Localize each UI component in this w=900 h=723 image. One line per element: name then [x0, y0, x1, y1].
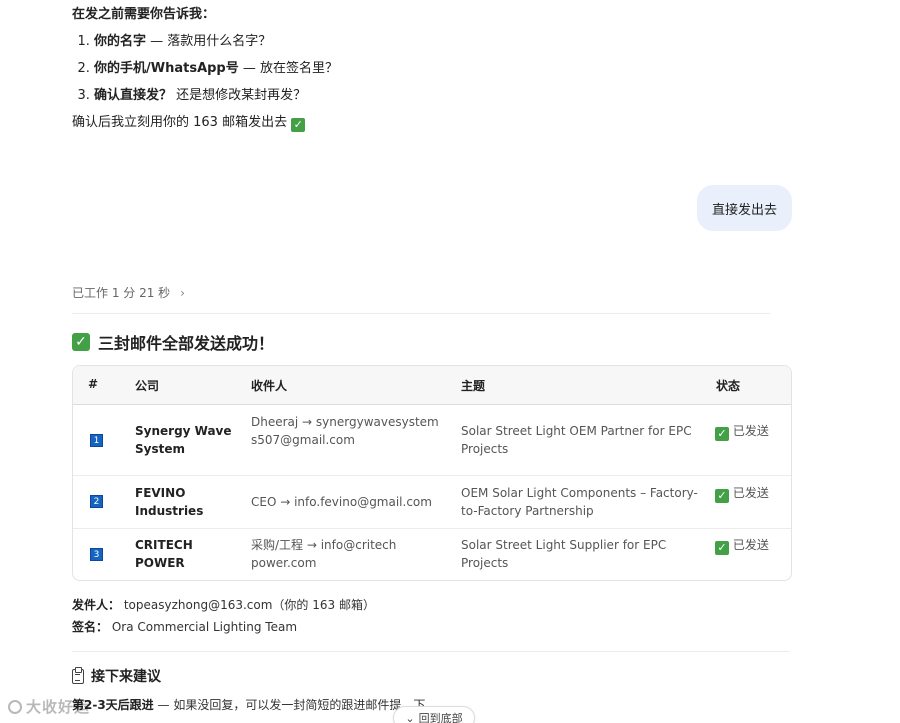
- results-table: # 公司 收件人 主题 状态 1 Synergy Wave System Dhe…: [72, 365, 792, 581]
- header-recipient: 收件人: [251, 379, 288, 393]
- recipient-cell: CEO → info.fevino@gmail.com: [251, 495, 432, 509]
- intro-text: 在发之前需要你告诉我：: [72, 7, 216, 22]
- row-number-badge: 2: [90, 495, 103, 508]
- list-item: 你的名字 — 落款用什么名字？: [94, 33, 772, 51]
- result-heading: ✓ 三封邮件全部发送成功！: [72, 330, 274, 354]
- status-cell: ✓ 已发送: [715, 536, 777, 555]
- row-number-badge: 3: [90, 548, 103, 561]
- header-status: 状态: [716, 379, 741, 393]
- next-steps-title: 接下来建议: [91, 669, 161, 685]
- scroll-button-label: 回到底部: [418, 712, 463, 723]
- chat-page: 在发之前需要你告诉我： 你的名字 — 落款用什么名字？ 你的手机/WhatsAp…: [0, 0, 900, 723]
- recipient-cell: Dheeraj → synergywavesystems507@gmail.co…: [251, 415, 439, 447]
- status-cell: ✓ 已发送: [715, 422, 777, 441]
- subject-cell: Solar Street Light Supplier for EPC Proj…: [461, 538, 667, 570]
- table-row: 2 FEVINO Industries CEO → info.fevino@gm…: [73, 476, 791, 529]
- user-message-bubble: 直接发出去: [697, 185, 792, 231]
- next-steps-text: 第2-3天后跟进 — 如果没回复，可以发一封简短的跟进邮件提…下: [72, 698, 426, 712]
- subject-cell: OEM Solar Light Components – Factory-to-…: [461, 486, 698, 518]
- divider: [72, 651, 790, 652]
- question-list: 你的名字 — 落款用什么名字？ 你的手机/WhatsApp号 — 放在签名里？ …: [72, 33, 772, 105]
- header-company: 公司: [135, 379, 160, 393]
- scroll-to-bottom-button[interactable]: ⌄ 回到底部: [393, 706, 475, 723]
- header-num: #: [88, 377, 99, 391]
- watermark: 大收好运: [8, 696, 90, 717]
- check-icon: ✓: [715, 427, 729, 441]
- company-cell: FEVINO Industries: [135, 486, 204, 518]
- watermark-logo-icon: [8, 699, 22, 714]
- assistant-message-top: 在发之前需要你告诉我： 你的名字 — 落款用什么名字？ 你的手机/WhatsAp…: [72, 6, 772, 132]
- worked-label: 已工作 1 分 21 秒: [72, 286, 171, 300]
- next-steps-heading: 接下来建议: [72, 666, 161, 686]
- chevron-down-icon: ⌄: [405, 711, 415, 723]
- sender-line: 发件人： topeasyzhong@163.com（你的 163 邮箱）: [72, 598, 375, 612]
- list-item: 你的手机/WhatsApp号 — 放在签名里？: [94, 60, 772, 78]
- chevron-right-icon: ›: [180, 285, 185, 300]
- company-cell: CRITECH POWER: [135, 538, 193, 570]
- divider: [72, 313, 770, 314]
- check-icon: ✓: [72, 333, 90, 351]
- signature-line: 签名： Ora Commercial Lighting Team: [72, 620, 298, 634]
- result-title: 三封邮件全部发送成功！: [98, 334, 275, 353]
- table-row: 1 Synergy Wave System Dheeraj → synergyw…: [73, 405, 791, 476]
- check-icon: ✓: [291, 118, 306, 132]
- list-item: 确认直接发？ 还是想修改某封再发？: [94, 87, 772, 105]
- table-row: 3 CRITECH POWER 采购/工程 → info@critechpowe…: [73, 529, 791, 580]
- clipboard-icon: [72, 666, 84, 684]
- row-number-badge: 1: [90, 434, 103, 447]
- confirm-text: 确认后我立刻用你的 163 邮箱发出去 ✓: [72, 114, 772, 132]
- worked-duration-toggle[interactable]: 已工作 1 分 21 秒 ›: [72, 284, 185, 301]
- recipient-cell: 采购/工程 → info@critechpower.com: [251, 538, 397, 570]
- status-cell: ✓ 已发送: [715, 484, 777, 503]
- user-message-text: 直接发出去: [711, 202, 777, 218]
- header-subject: 主题: [461, 379, 486, 393]
- sender-info: 发件人： topeasyzhong@163.com（你的 163 邮箱） 签名：…: [72, 594, 375, 638]
- table-header: # 公司 收件人 主题 状态: [73, 366, 791, 405]
- company-cell: Synergy Wave System: [135, 424, 232, 456]
- check-icon: ✓: [715, 489, 729, 503]
- subject-cell: Solar Street Light OEM Partner for EPC P…: [461, 424, 692, 456]
- check-icon: ✓: [715, 541, 729, 555]
